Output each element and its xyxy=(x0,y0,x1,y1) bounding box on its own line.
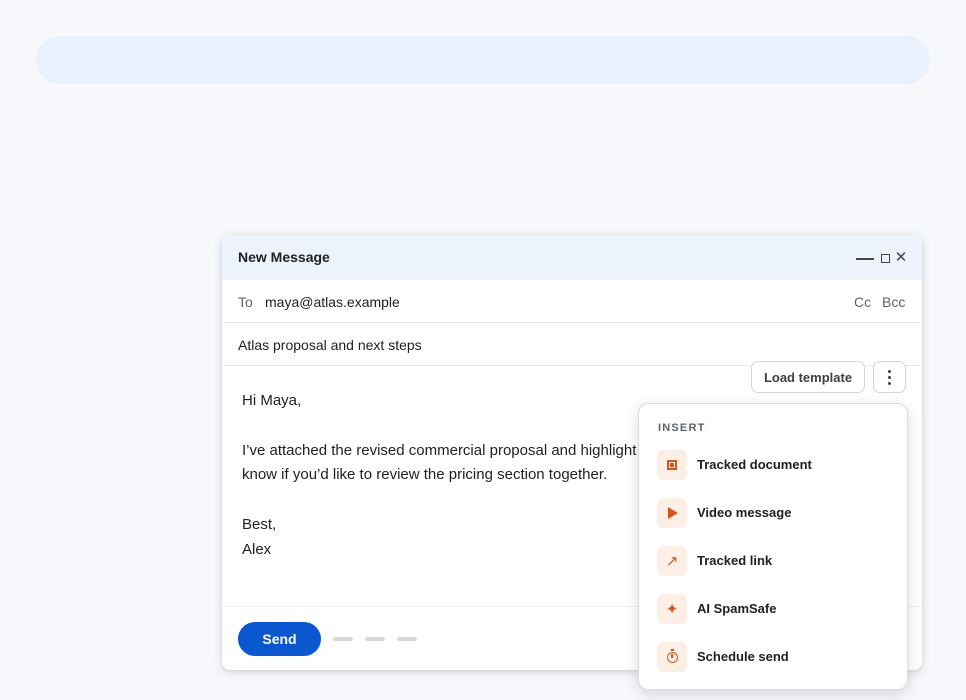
menu-item-tracked-document[interactable]: Tracked document xyxy=(639,443,907,487)
menu-item-label: Tracked document xyxy=(697,457,812,472)
load-template-button[interactable]: Load template xyxy=(751,361,865,393)
menu-item-tracked-link[interactable]: ↗ Tracked link xyxy=(639,539,907,583)
menu-item-video-message[interactable]: Video message xyxy=(639,491,907,535)
toolbar-placeholder-1[interactable] xyxy=(333,637,353,641)
play-icon xyxy=(657,498,687,528)
compose-header: New Message ✕ xyxy=(222,235,922,280)
body-paragraph-line-2: know if you’d like to review the pricing… xyxy=(242,466,608,483)
body-signature: Alex xyxy=(242,541,272,558)
menu-item-label: AI SpamSafe xyxy=(697,601,777,616)
more-options-button[interactable] xyxy=(873,361,906,393)
menu-item-schedule-send[interactable]: Schedule send xyxy=(639,635,907,679)
cc-link[interactable]: Cc xyxy=(854,294,871,310)
body-greeting: Hi Maya, xyxy=(242,392,302,409)
more-vert-icon xyxy=(888,369,891,385)
toolbar-placeholder-3[interactable] xyxy=(397,637,417,641)
body-paragraph-line-1: I’ve attached the revised commercial pro… xyxy=(242,442,637,459)
subject-field[interactable]: Atlas proposal and next steps xyxy=(238,337,422,353)
search-bar[interactable] xyxy=(36,36,930,84)
maximize-icon[interactable] xyxy=(878,235,892,280)
to-field[interactable]: maya@atlas.example xyxy=(265,294,400,310)
close-icon[interactable]: ✕ xyxy=(894,235,908,280)
menu-item-label: Schedule send xyxy=(697,649,789,664)
to-label: To xyxy=(238,294,253,310)
tracked-document-icon xyxy=(657,450,687,480)
link-arrow-icon: ↗ xyxy=(657,546,687,576)
menu-item-label: Video message xyxy=(697,505,792,520)
recipient-row[interactable]: To maya@atlas.example Cc Bcc xyxy=(222,280,922,323)
minimize-icon[interactable] xyxy=(855,235,875,280)
bcc-link[interactable]: Bcc xyxy=(882,294,905,310)
insert-menu-heading: INSERT xyxy=(658,422,706,434)
compose-title: New Message xyxy=(238,249,330,265)
menu-item-label: Tracked link xyxy=(697,553,773,568)
body-signoff: Best, xyxy=(242,516,277,533)
send-button[interactable]: Send xyxy=(238,622,321,656)
menu-item-ai-spamsafe[interactable]: ✦ AI SpamSafe xyxy=(639,587,907,631)
sparkle-icon: ✦ xyxy=(657,594,687,624)
stopwatch-icon xyxy=(657,642,687,672)
insert-menu: INSERT Tracked document Video message ↗ … xyxy=(638,403,908,690)
subject-row[interactable]: Atlas proposal and next steps xyxy=(222,323,922,366)
toolbar-placeholder-2[interactable] xyxy=(365,637,385,641)
